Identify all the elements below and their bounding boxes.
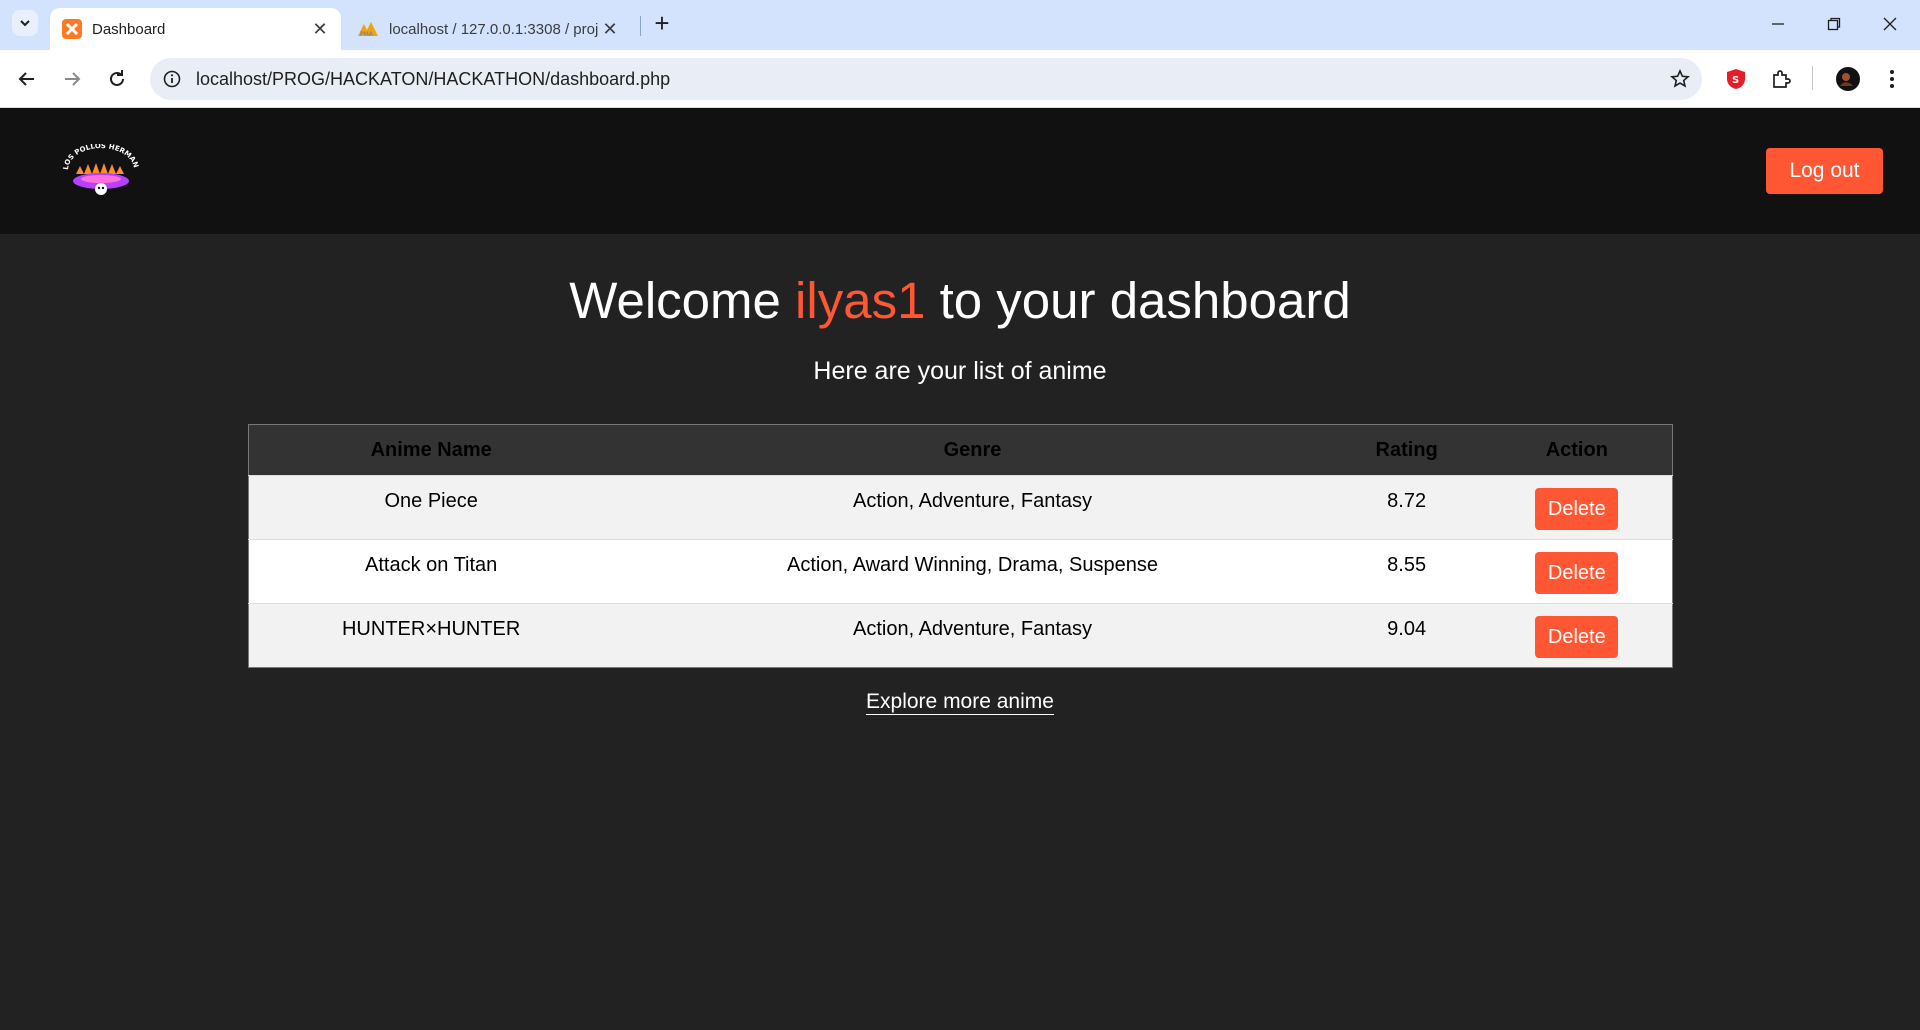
info-icon <box>163 70 181 88</box>
url-text[interactable]: localhost/PROG/HACKATON/HACKATHON/dashbo… <box>196 69 670 90</box>
username: ilyas1 <box>795 272 926 329</box>
delete-button[interactable]: Delete <box>1535 616 1619 658</box>
tab-label: localhost / 127.0.0.1:3308 / proj <box>389 20 599 38</box>
restore-button[interactable] <box>1816 10 1852 38</box>
page-subtitle: Here are your list of anime <box>813 357 1107 385</box>
rating-cell: 9.04 <box>1331 603 1482 668</box>
anime-table: Anime Name Genre Rating Action One Piece… <box>248 424 1673 668</box>
action-cell: Delete <box>1481 539 1673 604</box>
browser-tab-strip: Dashboard ✕ PMA localhost / 127.0.0.1:33… <box>0 0 1920 50</box>
toolbar-divider <box>1812 66 1813 90</box>
table-row: HUNTER×HUNTER Action, Adventure, Fantasy… <box>248 603 1673 668</box>
arrow-left-icon <box>18 72 34 86</box>
restore-icon <box>1827 17 1841 31</box>
close-window-button[interactable] <box>1872 10 1908 38</box>
genre-cell: Action, Adventure, Fantasy <box>613 603 1332 668</box>
close-tab-icon[interactable]: ✕ <box>311 20 329 38</box>
site-logo[interactable]: LOS POLLOS HERMANOS <box>59 138 140 204</box>
tab-phpmyadmin[interactable]: PMA localhost / 127.0.0.1:3308 / proj ✕ <box>351 8 631 50</box>
site-header: LOS POLLOS HERMANOS Log out <box>0 108 1920 234</box>
table-header-row: Anime Name Genre Rating Action <box>248 424 1673 476</box>
new-tab-button[interactable]: + <box>650 10 674 36</box>
genre-cell: Action, Adventure, Fantasy <box>613 475 1332 540</box>
phpmyadmin-favicon-icon: PMA <box>358 22 378 37</box>
avatar-icon <box>1836 67 1860 91</box>
more-vertical-icon <box>1890 70 1894 88</box>
bookmark-button[interactable] <box>1668 67 1692 91</box>
anime-name-cell: One Piece <box>248 475 614 540</box>
reload-icon <box>110 70 124 86</box>
welcome-suffix: to your dashboard <box>925 272 1351 329</box>
logout-button[interactable]: Log out <box>1766 148 1883 194</box>
delete-button[interactable]: Delete <box>1535 552 1619 594</box>
column-header-rating: Rating <box>1331 424 1482 476</box>
anime-name-cell: HUNTER×HUNTER <box>248 603 614 668</box>
back-button[interactable] <box>12 64 42 94</box>
profile-avatar-button[interactable] <box>1834 65 1862 93</box>
genre-cell: Action, Award Winning, Drama, Suspense <box>613 539 1332 604</box>
logo-text: LOS POLLOS HERMANOS <box>59 138 140 170</box>
shield-icon: S <box>1727 69 1745 89</box>
browser-toolbar: localhost/PROG/HACKATON/HACKATHON/dashbo… <box>0 50 1920 108</box>
svg-text:LOS POLLOS HERMANOS: LOS POLLOS HERMANOS <box>62 144 140 170</box>
tab-divider <box>640 16 641 36</box>
table-row: Attack on Titan Action, Award Winning, D… <box>248 539 1673 604</box>
tab-dashboard[interactable]: Dashboard ✕ <box>50 8 341 50</box>
extension-shield-button[interactable]: S <box>1722 65 1750 93</box>
extensions-button[interactable] <box>1767 65 1795 93</box>
svg-text:S: S <box>1732 75 1739 86</box>
action-cell: Delete <box>1481 475 1673 540</box>
column-header-anime-name: Anime Name <box>248 424 614 476</box>
anime-name-cell: Attack on Titan <box>248 539 614 604</box>
puzzle-icon <box>1773 70 1791 88</box>
column-header-action: Action <box>1481 424 1673 476</box>
address-bar[interactable]: localhost/PROG/HACKATON/HACKATHON/dashbo… <box>150 58 1702 100</box>
explore-more-anime-link[interactable]: Explore more anime <box>866 690 1054 715</box>
svg-text:PMA: PMA <box>360 31 374 37</box>
xampp-favicon-icon <box>62 19 82 39</box>
rating-cell: 8.72 <box>1331 475 1482 540</box>
forward-button[interactable] <box>57 64 87 94</box>
los-pollos-hermanos-logo-icon: LOS POLLOS HERMANOS <box>59 138 140 195</box>
browser-menu-button[interactable] <box>1878 65 1906 93</box>
tab-search-button[interactable] <box>12 10 38 36</box>
table-row: One Piece Action, Adventure, Fantasy 8.7… <box>248 475 1673 540</box>
welcome-prefix: Welcome <box>569 272 796 329</box>
tab-label: Dashboard <box>92 20 166 38</box>
reload-button[interactable] <box>102 64 132 94</box>
chevron-down-icon <box>20 20 30 27</box>
welcome-heading: Welcome ilyas1 to your dashboard <box>0 270 1920 332</box>
close-tab-icon[interactable]: ✕ <box>601 20 619 38</box>
star-icon <box>1670 69 1690 88</box>
close-icon <box>1883 17 1897 31</box>
arrow-right-icon <box>65 72 81 86</box>
delete-button[interactable]: Delete <box>1535 488 1619 530</box>
minimize-icon <box>1772 23 1784 25</box>
column-header-genre: Genre <box>613 424 1332 476</box>
rating-cell: 8.55 <box>1331 539 1482 604</box>
explore-link-container: Explore more anime <box>0 690 1920 715</box>
action-cell: Delete <box>1481 603 1673 668</box>
site-info-button[interactable] <box>160 67 184 91</box>
minimize-button[interactable] <box>1760 10 1796 38</box>
